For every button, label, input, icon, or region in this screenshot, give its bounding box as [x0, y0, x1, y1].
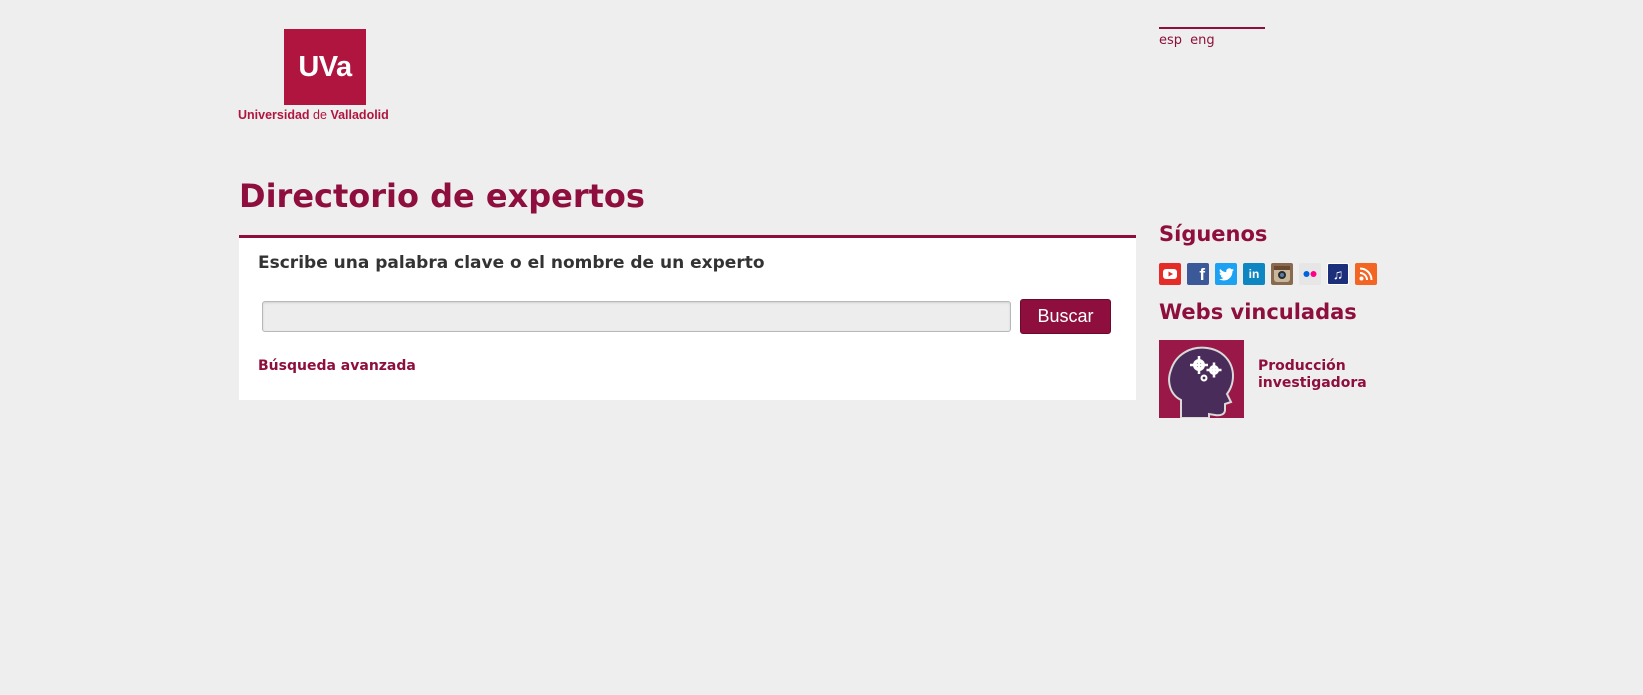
search-panel: Escribe una palabra clave o el nombre de…	[239, 235, 1136, 400]
advanced-search-link[interactable]: Búsqueda avanzada	[258, 358, 416, 374]
linked-webs-heading: Webs vinculadas	[1159, 300, 1357, 324]
head-gears-icon	[1159, 340, 1244, 419]
lang-esp-link[interactable]: esp	[1159, 33, 1182, 48]
logo-university-name: Universidad de Valladolid	[238, 108, 408, 122]
uva-logo[interactable]: UVa Universidad de Valladolid	[238, 29, 408, 125]
logo-name-part1: Universidad	[238, 108, 310, 122]
rss-icon[interactable]	[1355, 263, 1377, 285]
follow-heading: Síguenos	[1159, 222, 1268, 246]
language-switcher: esp eng	[1159, 27, 1265, 48]
logo-name-part2: Valladolid	[330, 108, 389, 122]
facebook-icon[interactable]: f	[1187, 263, 1209, 285]
page-title: Directorio de expertos	[239, 177, 645, 215]
linkedin-icon[interactable]: in	[1243, 263, 1265, 285]
linked-web-label: Producción investigadora	[1258, 358, 1367, 391]
instagram-icon[interactable]	[1271, 263, 1293, 285]
search-heading: Escribe una palabra clave o el nombre de…	[258, 253, 765, 273]
logo-mark: UVa	[284, 29, 366, 105]
search-button[interactable]: Buscar	[1020, 299, 1111, 334]
twitter-icon[interactable]	[1215, 263, 1237, 285]
youtube-icon[interactable]	[1159, 263, 1181, 285]
logo-name-de: de	[313, 108, 327, 122]
social-icons: f in ♫	[1159, 263, 1377, 285]
search-input[interactable]	[262, 301, 1011, 332]
linked-web-produccion-investigadora[interactable]: Producción investigadora	[1159, 340, 1389, 420]
lang-eng-link[interactable]: eng	[1190, 33, 1215, 48]
flickr-icon[interactable]	[1299, 263, 1321, 285]
music-icon[interactable]: ♫	[1327, 263, 1349, 285]
page: UVa Universidad de Valladolid esp eng Di…	[0, 0, 1643, 695]
